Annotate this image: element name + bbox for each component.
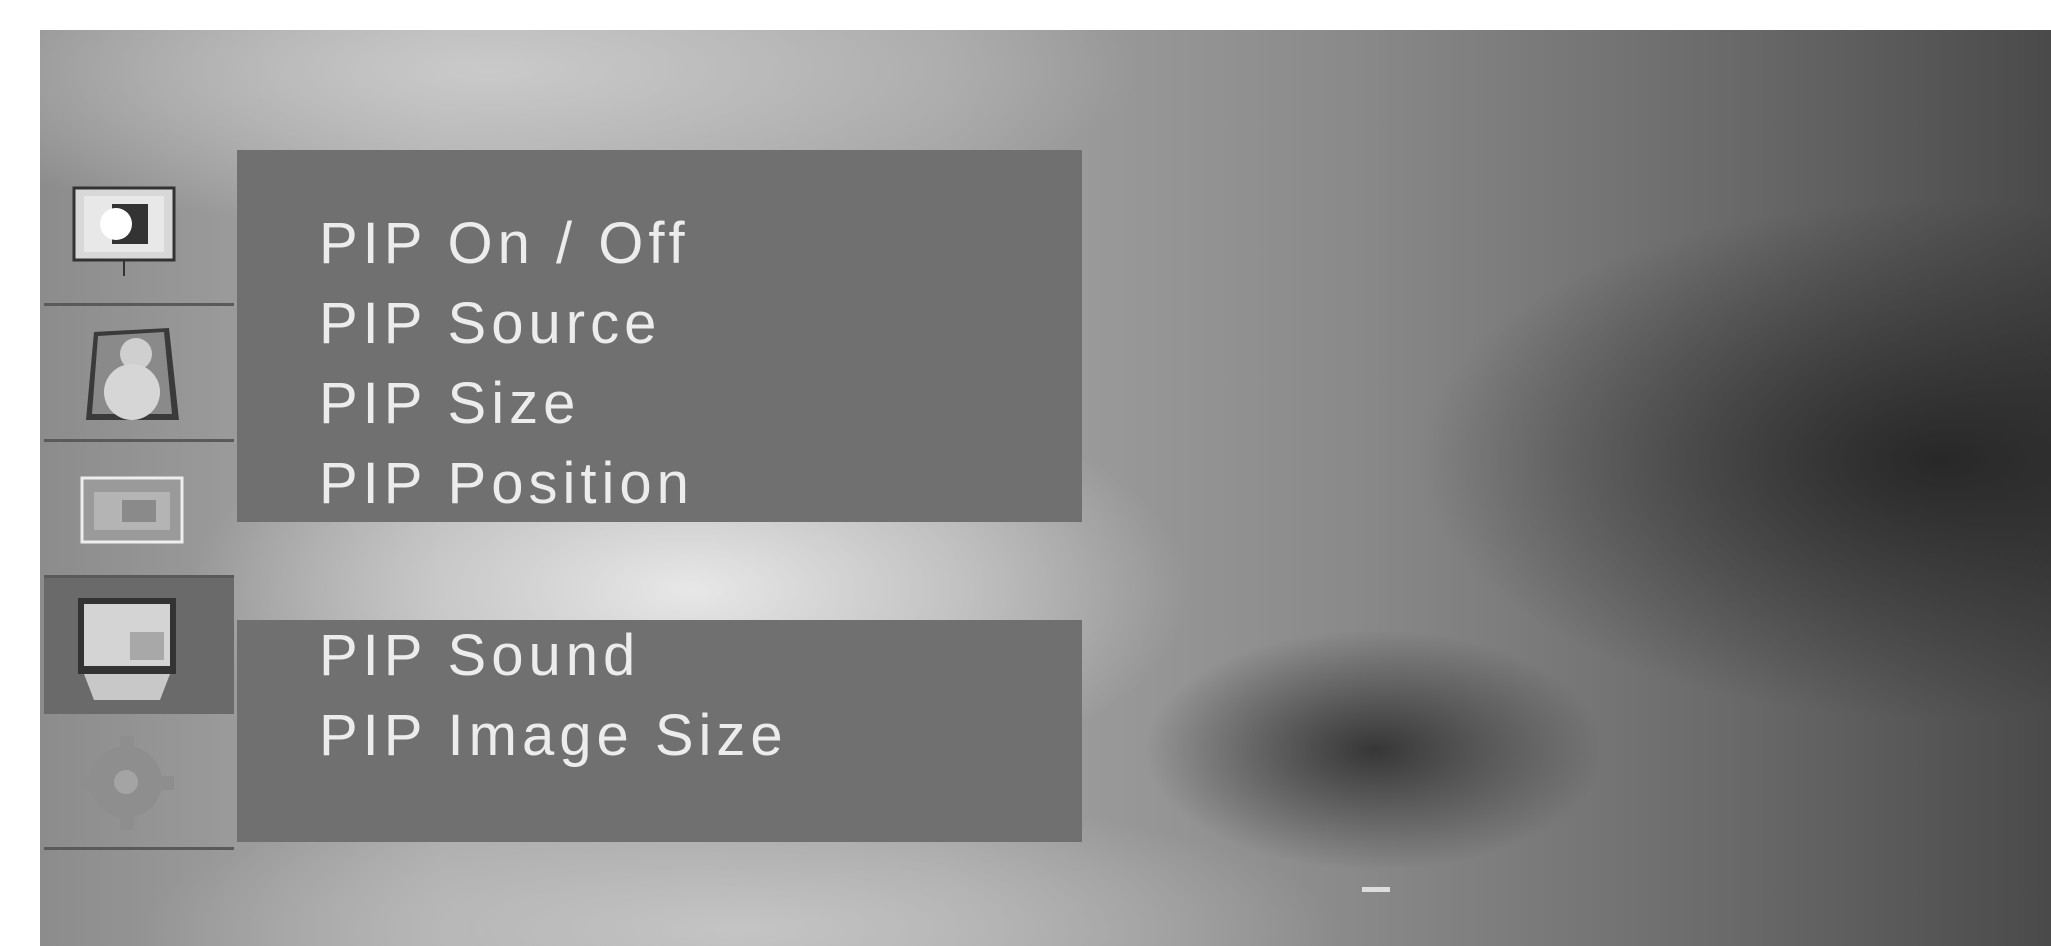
picture-icon bbox=[72, 186, 176, 276]
sidebar-tab-picture[interactable] bbox=[44, 170, 234, 306]
sidebar-tab-pip[interactable] bbox=[44, 578, 234, 714]
aspect-ratio-icon bbox=[80, 476, 184, 544]
menu-item-pip-on-off[interactable]: PIP On / Off bbox=[319, 210, 690, 278]
osd-screen: PIP On / Off PIP Source PIP Size PIP Pos… bbox=[40, 30, 2051, 946]
sidebar-tab-settings[interactable] bbox=[44, 714, 234, 850]
menu-item-pip-size[interactable]: PIP Size bbox=[319, 370, 580, 438]
sound-icon bbox=[86, 328, 179, 420]
pip-menu-panel-upper: PIP On / Off PIP Source PIP Size PIP Pos… bbox=[237, 150, 1082, 522]
menu-item-pip-source[interactable]: PIP Source bbox=[319, 290, 661, 358]
menu-item-pip-sound[interactable]: PIP Sound bbox=[319, 622, 640, 690]
indicator-mark bbox=[1362, 887, 1390, 892]
sidebar-tab-sound[interactable] bbox=[44, 306, 234, 442]
pip-menu-panel-lower: PIP Sound PIP Image Size bbox=[237, 620, 1082, 842]
pip-icon bbox=[78, 598, 176, 700]
sidebar-tab-aspect[interactable] bbox=[44, 442, 234, 578]
settings-gear-icon bbox=[80, 736, 174, 830]
menu-item-pip-image-size[interactable]: PIP Image Size bbox=[319, 702, 788, 770]
menu-item-pip-position[interactable]: PIP Position bbox=[319, 450, 694, 518]
